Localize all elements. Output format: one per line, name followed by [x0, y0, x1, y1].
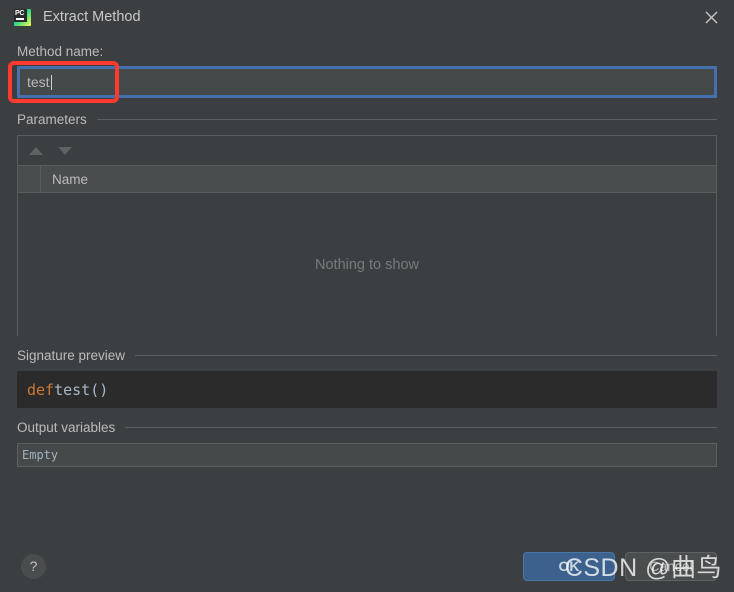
signature-preview-section-header: Signature preview: [17, 348, 717, 363]
method-name-label: Method name:: [17, 44, 717, 59]
text-caret: [51, 75, 52, 90]
parameters-table-body[interactable]: Nothing to show: [18, 193, 716, 336]
signature-preview-section-title: Signature preview: [17, 348, 125, 363]
section-divider: [135, 355, 717, 356]
pycharm-logo-text: PC: [15, 9, 24, 18]
title-bar: PC Extract Method: [0, 0, 734, 34]
method-name-field-wrapper: test: [17, 66, 717, 98]
dialog-footer: ? OK Cancel: [0, 540, 734, 592]
parameters-section-title: Parameters: [17, 112, 87, 127]
section-divider: [125, 427, 717, 428]
pycharm-logo-icon: PC: [14, 9, 31, 26]
parameters-table-header: Name: [18, 166, 716, 193]
parameters-table: Name Nothing to show: [17, 135, 717, 336]
arrow-up-icon[interactable]: [29, 147, 43, 155]
output-variables-section-header: Output variables: [17, 420, 717, 435]
empty-state-message: Nothing to show: [315, 257, 419, 273]
arrow-down-icon[interactable]: [58, 147, 72, 155]
help-icon[interactable]: ?: [21, 554, 46, 579]
method-name-value: test: [27, 74, 52, 90]
column-header-checkbox: [18, 166, 41, 192]
window-title: Extract Method: [43, 9, 141, 25]
dialog-content: Method name: test Parameters Name Nothin…: [0, 44, 734, 467]
signature-preview-code: def test(): [17, 371, 717, 408]
parameters-toolbar: [18, 136, 716, 166]
output-variables-value: Empty: [17, 443, 717, 467]
parameters-section-header: Parameters: [17, 112, 717, 127]
close-icon[interactable]: [688, 0, 734, 34]
method-name-input[interactable]: test: [17, 66, 717, 98]
pycharm-logo-bar: [16, 18, 24, 20]
output-variables-section-title: Output variables: [17, 420, 115, 435]
section-divider: [97, 119, 717, 120]
cancel-button[interactable]: Cancel: [625, 552, 717, 581]
signature-name: test(): [54, 381, 108, 399]
column-header-name: Name: [41, 172, 88, 187]
ok-button[interactable]: OK: [523, 552, 615, 581]
signature-keyword: def: [27, 381, 54, 399]
